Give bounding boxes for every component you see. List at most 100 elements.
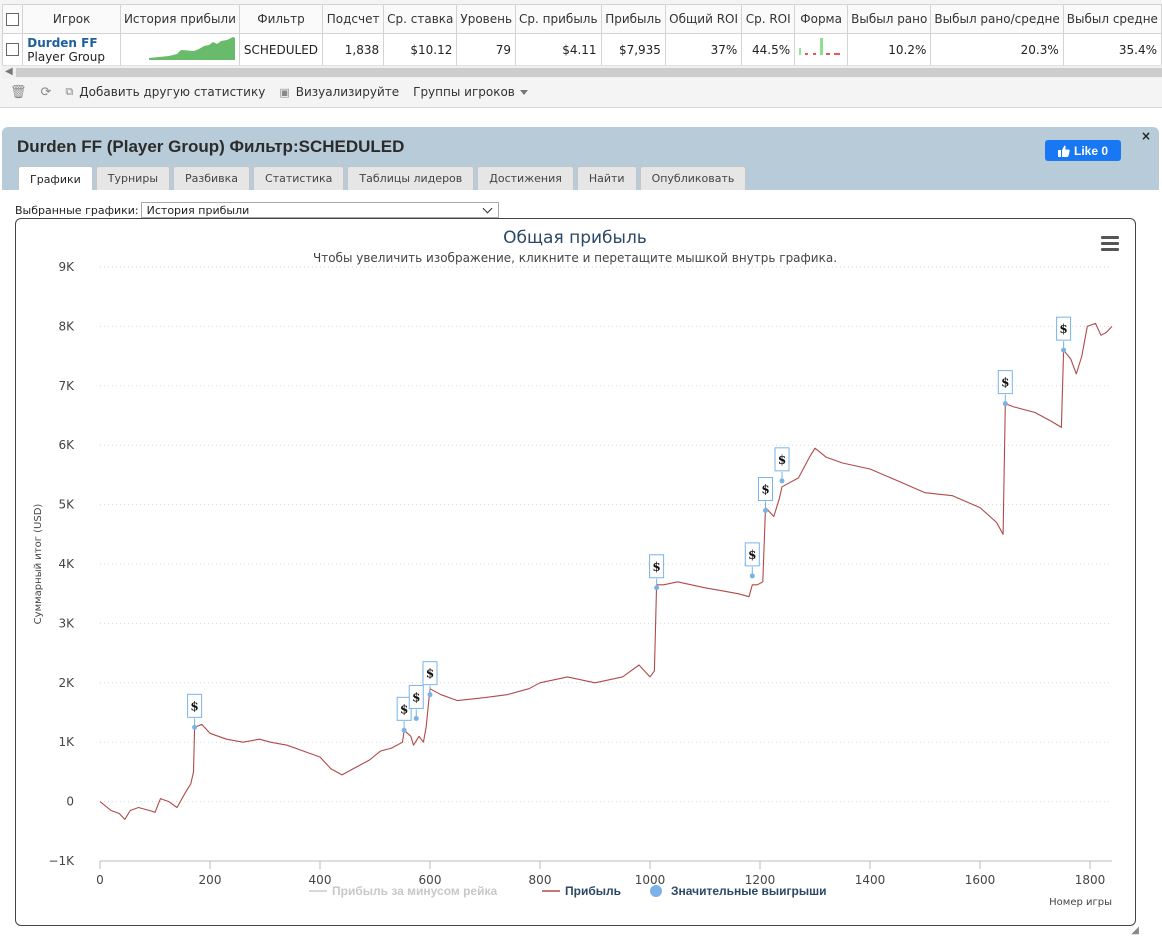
player-detail-panel: × Durden FF (Player Group) Фильтр:SCHEDU… xyxy=(2,127,1159,936)
scrollbar-thumb[interactable] xyxy=(16,68,1162,77)
big-win-point xyxy=(1061,347,1067,353)
form-bar xyxy=(813,53,817,55)
big-win-flag-label: $ xyxy=(652,560,660,574)
chart-select[interactable]: История прибыли xyxy=(140,202,499,218)
chart-menu-icon[interactable] xyxy=(1101,236,1119,251)
early-out-cell: 10.2% xyxy=(847,33,932,66)
player-groups-dropdown[interactable]: Группы игроков xyxy=(413,85,528,99)
col-header-form[interactable]: Форма xyxy=(794,4,849,34)
col-header-total-roi[interactable]: Общий ROI xyxy=(664,4,743,34)
thumbs-up-icon xyxy=(1057,145,1070,157)
chart-subtitle: Чтобы увеличить изображение, кликните и … xyxy=(313,251,837,265)
table-row[interactable]: Durden FF Player Group SCHEDULED 1,838 $… xyxy=(1,33,1162,66)
charts-tab-content: Выбранные графики: История прибыли Общая… xyxy=(2,190,1159,936)
row-checkbox[interactable] xyxy=(6,43,20,56)
big-win-flag-label: $ xyxy=(761,483,769,497)
profit-series-line xyxy=(99,322,1113,820)
big-win-point xyxy=(749,573,755,579)
big-win-point xyxy=(763,508,768,514)
tab-publish[interactable]: Опубликовать xyxy=(639,166,747,190)
big-win-flag-label: $ xyxy=(400,702,408,716)
player-cell[interactable]: Durden FF Player Group xyxy=(22,33,121,66)
form-bar xyxy=(834,53,841,55)
resize-handle-icon[interactable]: ◢ xyxy=(1131,925,1139,936)
big-win-point xyxy=(401,727,407,733)
big-win-point xyxy=(413,715,419,721)
col-header-filter[interactable]: Фильтр xyxy=(238,4,324,34)
form-bar xyxy=(805,53,809,55)
big-win-flag-label: $ xyxy=(426,667,434,681)
avg-stake-cell: $10.12 xyxy=(383,33,458,66)
y-tick-label: 3K xyxy=(58,616,75,630)
x-axis-title: Номер игры xyxy=(1049,897,1112,908)
col-header-avg-stake[interactable]: Ср. ставка xyxy=(383,4,458,34)
big-win-flag-label: $ xyxy=(412,690,420,704)
total-roi-cell: 37% xyxy=(664,33,743,66)
facebook-like-button[interactable]: Like 0 xyxy=(1045,140,1121,161)
tab-charts[interactable]: Графики xyxy=(18,166,93,191)
col-header-early-out[interactable]: Выбыл рано xyxy=(847,4,932,34)
y-tick-label: −1K xyxy=(48,854,75,868)
grid-toolbar: 🗑 ⟳ ⧉ Добавить другую статистику ▣ Визуали… xyxy=(10,83,542,101)
add-stat-label: Добавить другую статистику xyxy=(79,85,266,99)
x-tick-label: 1800 xyxy=(1075,873,1106,887)
big-win-point xyxy=(779,478,785,484)
refresh-icon[interactable]: ⟳ xyxy=(41,85,52,100)
x-tick-label: 1400 xyxy=(855,873,886,887)
profit-chart-svg[interactable]: Общая прибыль Чтобы увеличить изображение… xyxy=(16,219,1135,925)
tab-find[interactable]: Найти xyxy=(576,166,637,190)
player-group-label: Player Group xyxy=(27,49,105,64)
big-win-flag-label: $ xyxy=(190,699,198,713)
form-sparkline xyxy=(799,38,841,55)
scroll-left-icon[interactable]: ◀ xyxy=(5,66,13,77)
x-tick-label: 1600 xyxy=(965,873,996,887)
col-header-profit-history[interactable]: История прибыли xyxy=(119,4,240,34)
player-name-link[interactable]: Durden FF xyxy=(27,36,116,50)
avg-profit-cell: $4.11 xyxy=(515,33,602,66)
y-tick-label: 5K xyxy=(58,498,75,512)
add-stat-button[interactable]: ⧉ Добавить другую статистику xyxy=(65,85,265,99)
x-tick-label: 200 xyxy=(199,873,222,887)
close-icon[interactable]: × xyxy=(1141,129,1151,143)
big-win-point xyxy=(654,585,660,591)
panel-tabs: Графики Турниры Разбивка Статистика Табл… xyxy=(18,166,747,191)
big-win-flag-label: $ xyxy=(1001,376,1009,390)
horizontal-scrollbar[interactable]: ◀ xyxy=(2,65,1162,78)
tab-tournaments[interactable]: Турниры xyxy=(95,166,171,190)
copy-icon: ⧉ xyxy=(65,85,74,98)
tab-statistics[interactable]: Статистика xyxy=(253,166,345,190)
y-tick-label: 0 xyxy=(66,795,74,809)
avg-roi-cell: 44.5% xyxy=(741,33,796,66)
col-header-avg-profit[interactable]: Ср. прибыль xyxy=(515,4,602,34)
col-header-player[interactable]: Игрок xyxy=(22,4,121,34)
select-all-checkbox-cell[interactable] xyxy=(1,4,24,34)
y-tick-label: 6K xyxy=(58,438,75,452)
tab-achievements[interactable]: Достижения xyxy=(477,166,574,190)
profit-chart[interactable]: Общая прибыль Чтобы увеличить изображение… xyxy=(15,218,1136,926)
col-header-mid-out[interactable]: Выбыл средне xyxy=(1062,4,1162,34)
select-all-checkbox[interactable] xyxy=(6,12,20,26)
y-tick-label: 2K xyxy=(58,676,75,690)
col-header-avg-roi[interactable]: Ср. ROI xyxy=(741,4,796,34)
col-header-profit[interactable]: Прибыль xyxy=(600,4,666,34)
panel-title: Durden FF (Player Group) Фильтр:SCHEDULE… xyxy=(17,137,405,156)
chevron-down-icon xyxy=(482,203,493,213)
visualize-button[interactable]: ▣ Визуализируйте xyxy=(279,85,399,99)
col-header-early-mid-out[interactable]: Выбыл рано/средне xyxy=(930,4,1064,34)
form-bar xyxy=(799,48,802,55)
profit-history-sparkline-cell xyxy=(119,33,240,66)
visualize-label: Визуализируйте xyxy=(295,85,400,99)
y-tick-label: 8K xyxy=(58,319,75,333)
tab-leaderboards[interactable]: Таблицы лидеров xyxy=(347,166,475,190)
form-sparkline-cell xyxy=(794,33,849,66)
chart-select-value: История прибыли xyxy=(146,203,250,217)
profit-history-sparkline xyxy=(148,37,235,60)
tab-breakdown[interactable]: Разбивка xyxy=(173,166,251,190)
col-header-count[interactable]: Подсчет xyxy=(322,4,385,34)
trash-icon[interactable]: 🗑 xyxy=(10,85,27,100)
row-checkbox-cell[interactable] xyxy=(1,33,24,66)
col-header-level[interactable]: Уровень xyxy=(456,4,517,34)
big-win-flag-label: $ xyxy=(748,548,756,562)
stats-table: Игрок История прибыли Фильтр Подсчет Ср.… xyxy=(1,4,1162,66)
mid-out-cell: 35.4% xyxy=(1062,33,1162,66)
